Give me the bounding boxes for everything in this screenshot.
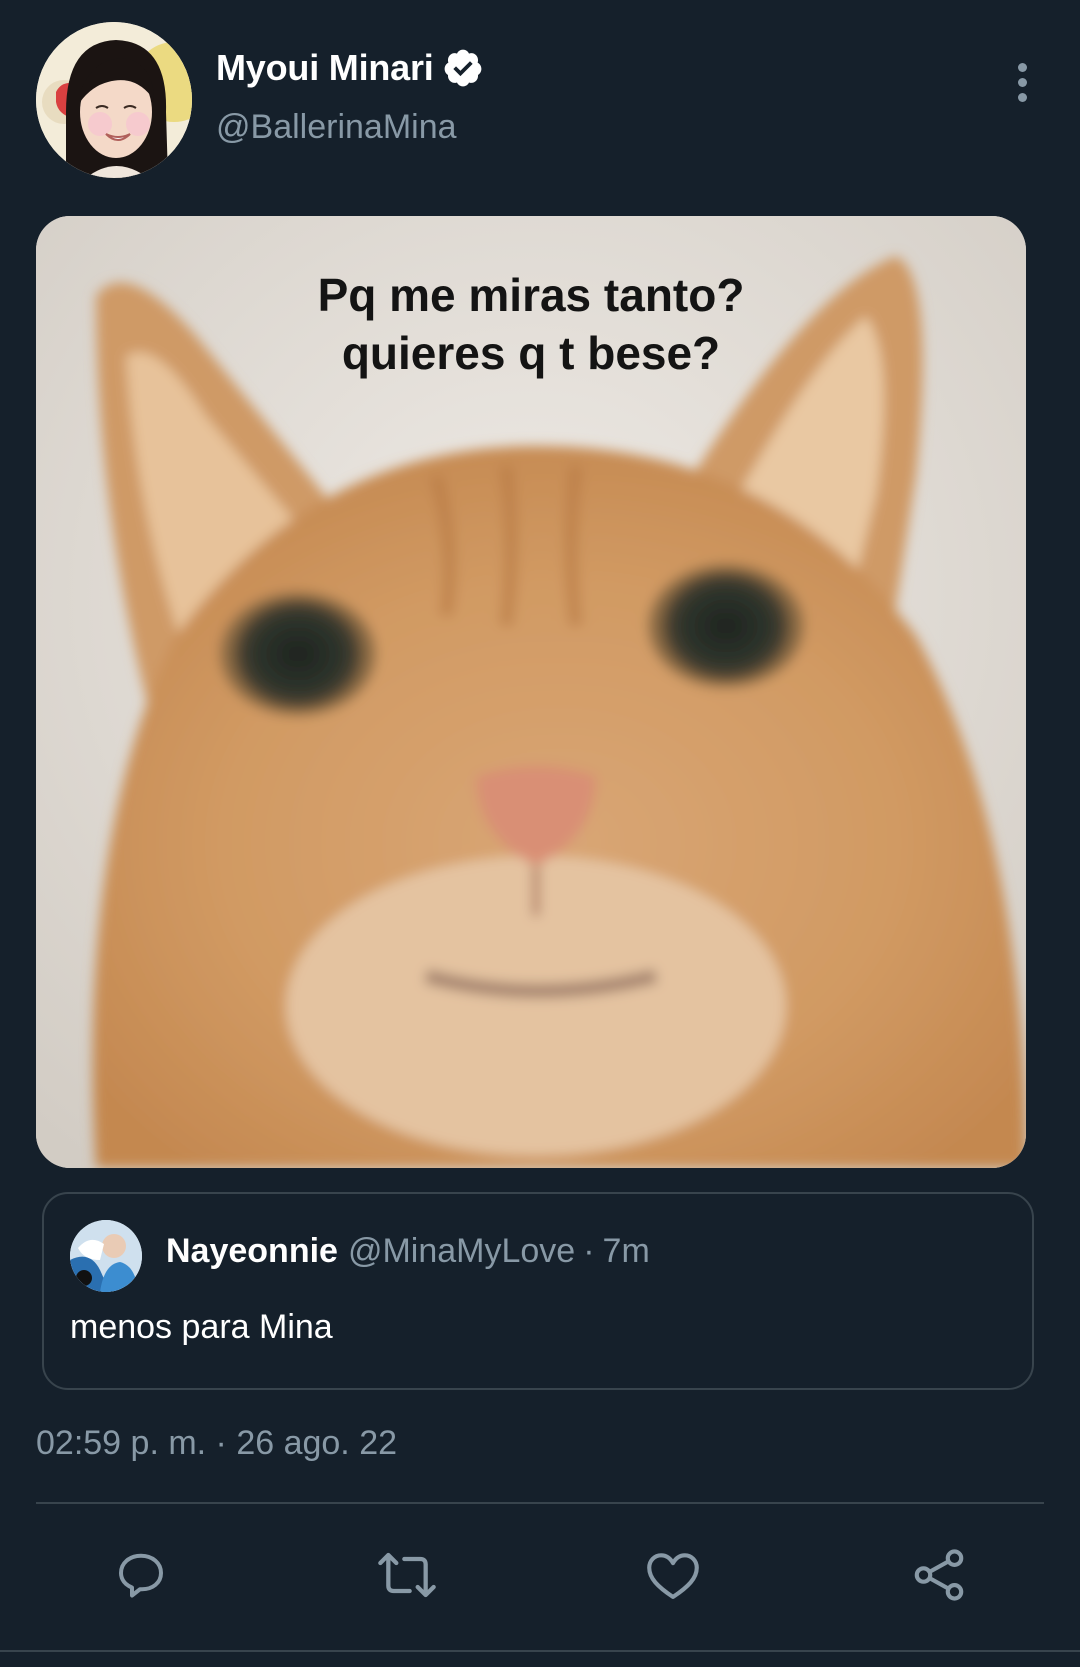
- more-dot: [1017, 92, 1027, 102]
- quoted-time: 7m: [602, 1232, 650, 1270]
- quoted-tweet-text: menos para Mina: [70, 1308, 333, 1346]
- author-name-row[interactable]: Myoui Minari: [216, 44, 484, 92]
- author-handle[interactable]: @BallerinaMina: [216, 108, 457, 147]
- like-button[interactable]: [638, 1540, 708, 1610]
- more-dot: [1017, 77, 1027, 87]
- share-icon: [914, 1549, 964, 1601]
- quoted-tweet-header: Nayeonnie @MinaMyLove · 7m: [166, 1232, 650, 1271]
- meme-caption: Pq me miras tanto? quieres q t bese?: [36, 266, 1026, 382]
- quoted-author-name[interactable]: Nayeonnie: [166, 1232, 338, 1271]
- author-display-name[interactable]: Myoui Minari: [216, 47, 434, 89]
- quoted-author-avatar[interactable]: [70, 1220, 142, 1292]
- tweet-media-image[interactable]: Pq me miras tanto? quieres q t bese?: [36, 216, 1026, 1168]
- more-options-icon[interactable]: [1000, 52, 1044, 112]
- tweet-action-bar: [0, 1540, 1080, 1610]
- quoted-tweet[interactable]: Nayeonnie @MinaMyLove · 7m menos para Mi…: [42, 1192, 1034, 1390]
- verified-badge-icon: [444, 49, 481, 87]
- bottom-divider: [0, 1650, 1080, 1652]
- meme-caption-line2: quieres q t bese?: [341, 327, 721, 379]
- retweet-button[interactable]: [372, 1540, 442, 1610]
- reply-button[interactable]: [106, 1540, 176, 1610]
- quoted-author-handle[interactable]: @MinaMyLove: [348, 1232, 575, 1271]
- tweet-timestamp[interactable]: 02:59 p. m. · 26 ago. 22: [36, 1424, 397, 1463]
- tweet-header: Myoui Minari @BallerinaMina: [36, 22, 1044, 182]
- speech-bubble-icon: [119, 1553, 163, 1598]
- meme-caption-line1: Pq me miras tanto?: [317, 269, 745, 321]
- heart-icon: [647, 1553, 699, 1600]
- share-button[interactable]: [904, 1540, 974, 1610]
- more-dot: [1017, 62, 1027, 72]
- quoted-separator: ·: [583, 1232, 595, 1270]
- retweet-icon: [378, 1552, 436, 1598]
- divider: [36, 1502, 1044, 1504]
- author-avatar[interactable]: [36, 22, 192, 178]
